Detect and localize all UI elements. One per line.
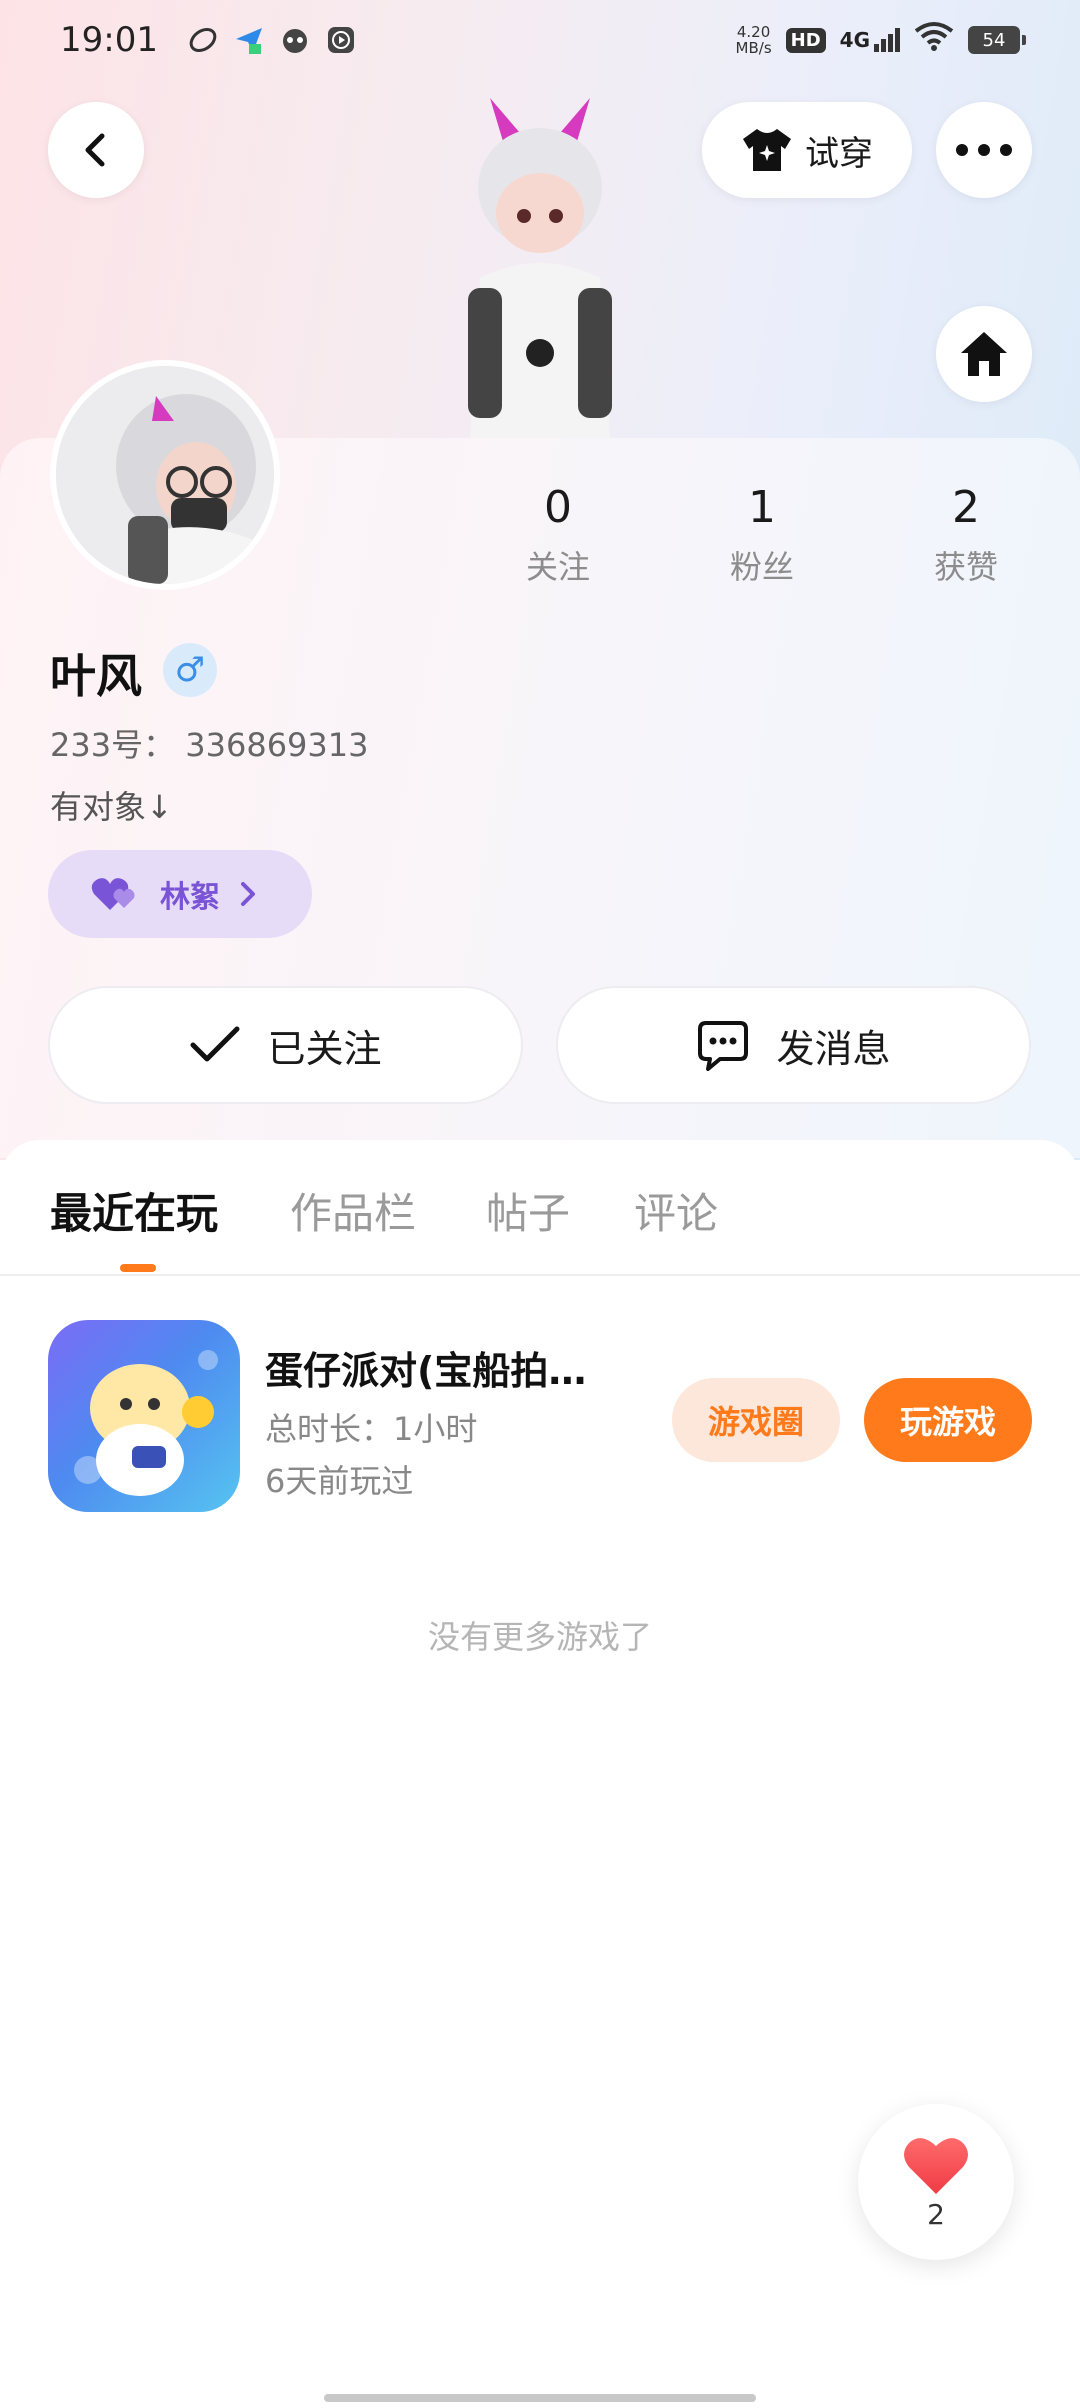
send-message-label: 发消息 [776, 1026, 891, 1071]
try-on-label: 试穿 [805, 133, 873, 174]
no-more-games-text: 没有更多游戏了 [427, 1618, 652, 1656]
following-count: 0 [544, 482, 572, 533]
following-label: 关注 [525, 548, 590, 586]
game-last-played: 6天前玩过 [265, 1462, 414, 1500]
status-bar: 19:01 4.20 MB/s HD 4G 54 [0, 0, 1080, 80]
battery-indicator: 54 [968, 26, 1026, 54]
followed-button[interactable]: 已关注 [48, 986, 523, 1104]
check-icon [190, 1026, 240, 1062]
game-icon[interactable] [48, 1320, 240, 1512]
avatar-3d-figure [420, 78, 660, 438]
signal-icon: 4G [840, 28, 900, 52]
chat-bubble-icon [698, 1021, 749, 1071]
wifi-icon [914, 20, 954, 60]
followed-label: 已关注 [267, 1026, 382, 1071]
status-time: 19:01 [60, 20, 158, 60]
avatar[interactable] [50, 360, 280, 590]
likes-stat[interactable]: 2 获赞 [896, 478, 1036, 588]
try-on-button[interactable]: 试穿 [702, 102, 912, 198]
app-notification-icon [186, 23, 220, 57]
tshirt-icon [743, 129, 791, 171]
fans-stat[interactable]: 1 粉丝 [692, 478, 832, 588]
tab-posts[interactable]: 帖子 [486, 1180, 570, 1241]
more-dots-icon [956, 144, 1012, 156]
following-stat[interactable]: 0 关注 [488, 478, 628, 588]
tab-recently-played[interactable]: 最近在玩 [50, 1180, 218, 1241]
paper-plane-icon [232, 23, 266, 57]
likes-label: 获赞 [933, 548, 998, 586]
bio-text: 有对象↓ [50, 788, 173, 826]
tab-works[interactable]: 作品栏 [290, 1180, 416, 1241]
content-tabs: 最近在玩 作品栏 帖子 评论 [0, 1140, 1080, 1276]
partner-chip[interactable]: 林絮 [48, 850, 312, 938]
profile-page: 19:01 4.20 MB/s HD 4G 54 试穿 0 关注 1 粉丝 2 … [0, 0, 1080, 2408]
game-circle-button[interactable]: 游戏圈 [672, 1378, 840, 1462]
male-gender-icon: ♂ [163, 643, 217, 697]
net-speed: 4.20 MB/s [736, 24, 772, 56]
likes-count: 2 [952, 482, 980, 533]
heart-icon [904, 2137, 968, 2194]
play-app-icon [324, 23, 358, 57]
tab-comments[interactable]: 评论 [634, 1180, 718, 1241]
game-duration: 总时长：1小时 [265, 1410, 478, 1448]
send-message-button[interactable]: 发消息 [556, 986, 1031, 1104]
network-type: 4G [839, 28, 870, 52]
play-game-button[interactable]: 玩游戏 [864, 1378, 1032, 1462]
home-icon [961, 332, 1007, 376]
chevron-left-icon [85, 133, 105, 167]
hd-badge: HD [785, 27, 826, 53]
partner-name: 林絮 [160, 880, 220, 915]
nickname: 叶风 [50, 649, 142, 703]
like-button[interactable]: 2 [858, 2104, 1014, 2260]
active-tab-indicator [120, 1264, 156, 1272]
net-speed-unit: MB/s [735, 39, 772, 57]
more-button[interactable] [936, 102, 1032, 198]
like-count: 2 [927, 2197, 945, 2231]
home-indicator[interactable] [324, 2394, 756, 2402]
game-title[interactable]: 蛋仔派对(宝船拍… [265, 1340, 645, 1395]
status-right: 4.20 MB/s HD 4G 54 [736, 20, 1026, 60]
net-speed-value: 4.20 [736, 23, 771, 41]
fans-count: 1 [748, 482, 776, 533]
back-button[interactable] [48, 102, 144, 198]
list-item[interactable]: 蛋仔派对(宝船拍… 总时长：1小时 6天前玩过 游戏圈 玩游戏 [0, 1320, 1080, 1520]
fans-label: 粉丝 [729, 548, 794, 586]
cat-app-icon [278, 23, 312, 57]
home-button[interactable] [936, 306, 1032, 402]
chevron-right-icon [241, 882, 255, 906]
double-heart-icon [91, 878, 135, 910]
user-id[interactable]: 233号： 336869313 [50, 720, 369, 766]
